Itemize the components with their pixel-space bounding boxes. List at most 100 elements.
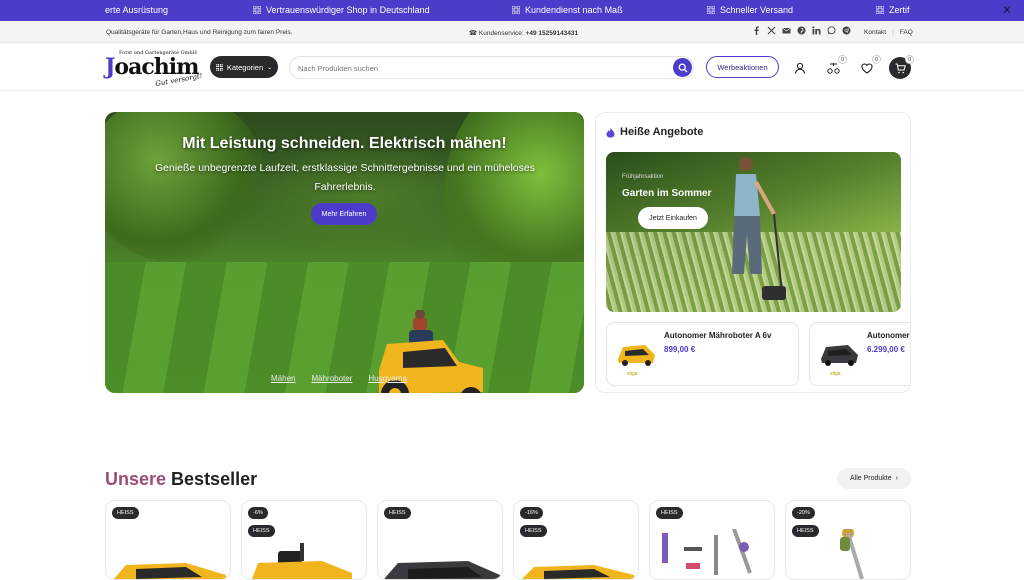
tagline: Qualitätsgeräte für Garten,Haus und Rein… xyxy=(106,29,293,36)
eco-label: stiga xyxy=(627,371,638,377)
grid-icon xyxy=(253,6,261,14)
heading-rest: Bestseller xyxy=(171,469,258,489)
social-links xyxy=(752,26,851,35)
categories-button[interactable]: Kategorien ⌄ xyxy=(210,56,278,78)
pinterest-icon[interactable] xyxy=(797,26,806,35)
promo-title: Garten im Sommer xyxy=(622,188,712,199)
product-card[interactable]: HEISS xyxy=(105,500,231,580)
link-kontakt[interactable]: Kontakt xyxy=(864,29,886,36)
heading-accent: Unsere xyxy=(105,469,167,489)
promo-banner[interactable]: Frühjahrsaktion Garten im Sommer Jetzt E… xyxy=(606,152,901,312)
hero-tags: Mähen Mähroboter Husqvarna xyxy=(271,374,407,383)
product-badge: HEISS xyxy=(112,507,139,519)
robot-mower-image xyxy=(821,345,858,366)
close-icon[interactable]: ✕ xyxy=(1002,3,1012,17)
wishlist-button[interactable]: 0 xyxy=(856,55,881,79)
robot-mower-image xyxy=(522,565,634,579)
facebook-icon[interactable] xyxy=(752,26,761,35)
hero-cta-button[interactable]: Mehr Erfahren xyxy=(311,203,377,225)
hero-title: Mit Leistung schneiden. Elektrisch mähen… xyxy=(182,135,507,152)
robot-mower-image xyxy=(384,561,500,579)
logo[interactable]: Forst und Gartengeräte GmbH Joachim Gut … xyxy=(105,48,203,88)
whatsapp-icon[interactable] xyxy=(827,26,836,35)
discount-badge: -20% xyxy=(792,507,815,519)
tag-husqvarna[interactable]: Husqvarna xyxy=(368,374,407,383)
announcement-item: Zertif xyxy=(876,5,910,15)
wishlist-count: 0 xyxy=(872,55,881,64)
hot-deals-heading: Heiße Angebote xyxy=(606,126,703,138)
ride-on-mower-image xyxy=(252,543,352,579)
grid-icon xyxy=(215,63,223,71)
tag-maehen[interactable]: Mähen xyxy=(271,374,295,383)
robot-mower-image xyxy=(618,345,655,366)
chevron-right-icon: › xyxy=(895,475,898,482)
discount-badge: -16% xyxy=(520,507,543,519)
categories-label: Kategorien xyxy=(226,62,264,72)
announcement-item: erte Ausrüstung xyxy=(105,5,169,15)
grid-icon xyxy=(512,6,520,14)
product-card[interactable]: HEISS xyxy=(649,500,775,580)
product-card[interactable]: HEISS xyxy=(377,500,503,580)
all-products-label: Alle Produkte xyxy=(850,475,892,482)
gardener-image xyxy=(732,157,786,300)
flame-icon xyxy=(606,127,615,137)
discount-badge: -6% xyxy=(248,507,268,519)
hero-banner[interactable]: Mähen Mähroboter Husqvarna xyxy=(105,112,584,393)
phone-icon: ☎ xyxy=(469,30,478,37)
product-card[interactable]: -20% HEISS xyxy=(785,500,911,580)
linkedin-icon[interactable] xyxy=(812,26,821,35)
deal-product-name: Autonomer Mähroboter A 6v xyxy=(664,331,772,340)
utility-bar: Qualitätsgeräte für Garten,Haus und Rein… xyxy=(0,21,1024,43)
all-products-button[interactable]: Alle Produkte › xyxy=(837,468,911,489)
heart-icon xyxy=(861,62,873,74)
deal-product-card[interactable]: stiga Autonomer 6.299,00 € xyxy=(809,322,910,386)
mail-icon[interactable] xyxy=(782,26,791,35)
vacuum-accessories-image xyxy=(662,529,752,575)
user-icon xyxy=(794,62,806,74)
cart-icon xyxy=(895,63,906,73)
robot-mower-image xyxy=(114,563,226,579)
telegram-icon[interactable] xyxy=(842,26,851,35)
eco-label: stiga xyxy=(830,371,841,377)
link-faq[interactable]: FAQ xyxy=(900,29,913,36)
search-button[interactable] xyxy=(673,58,692,77)
compare-count: 0 xyxy=(838,55,847,64)
cart-count: 0 xyxy=(905,55,914,64)
deal-product-price: 6.299,00 € xyxy=(867,345,905,354)
divider: | xyxy=(892,29,894,36)
hot-deals-title: Heiße Angebote xyxy=(620,126,704,138)
announcement-item: Schneller Versand xyxy=(707,5,793,15)
search-icon xyxy=(678,63,687,72)
product-card[interactable]: -6% HEISS xyxy=(241,500,367,580)
announcement-bar: erte Ausrüstung Vertrauenswürdiger Shop … xyxy=(0,0,1024,21)
hot-deals-panel: Heiße Angebote Frühjahrsaktion Garten im… xyxy=(595,112,911,393)
deal-product-card[interactable]: stiga Autonomer Mähroboter A 6v 899,00 € xyxy=(606,322,799,386)
service-label: Kundenservice: xyxy=(478,30,524,37)
promotions-button[interactable]: Werbeaktionen xyxy=(706,56,779,78)
tag-maehroboter[interactable]: Mähroboter xyxy=(311,374,352,383)
hero-subtitle: Genieße unbegrenzte Laufzeit, erstklassi… xyxy=(155,162,535,193)
deal-product-name: Autonomer xyxy=(867,331,910,340)
compare-icon xyxy=(826,63,840,74)
grid-icon xyxy=(707,6,715,14)
announcement-item: Kundendienst nach Maß xyxy=(512,5,623,15)
compare-button[interactable]: 0 xyxy=(822,55,847,79)
service-phone: +49 15259143431 xyxy=(525,30,579,37)
chevron-down-icon: ⌄ xyxy=(267,64,273,71)
grid-icon xyxy=(876,6,884,14)
bestseller-heading: Unsere Bestseller xyxy=(105,469,257,490)
customer-service[interactable]: ☎ Kundenservice: +49 15259143431 xyxy=(469,29,578,37)
deal-product-price: 899,00 € xyxy=(664,345,696,354)
x-icon[interactable] xyxy=(767,26,776,35)
product-card[interactable]: -16% HEISS xyxy=(513,500,639,580)
announcement-item: Vertrauenswürdiger Shop in Deutschland xyxy=(253,5,430,15)
utility-links: Kontakt | FAQ xyxy=(864,29,913,36)
account-button[interactable] xyxy=(789,57,811,79)
search-input[interactable] xyxy=(298,62,668,74)
cart-button[interactable]: 0 xyxy=(889,55,914,79)
promo-eyebrow: Frühjahrsaktion xyxy=(622,174,664,180)
product-badge: HEISS xyxy=(656,507,683,519)
search-bar xyxy=(289,56,694,79)
product-badge: HEISS xyxy=(384,507,411,519)
promo-shop-button[interactable]: Jetzt Einkaufen xyxy=(638,207,708,229)
